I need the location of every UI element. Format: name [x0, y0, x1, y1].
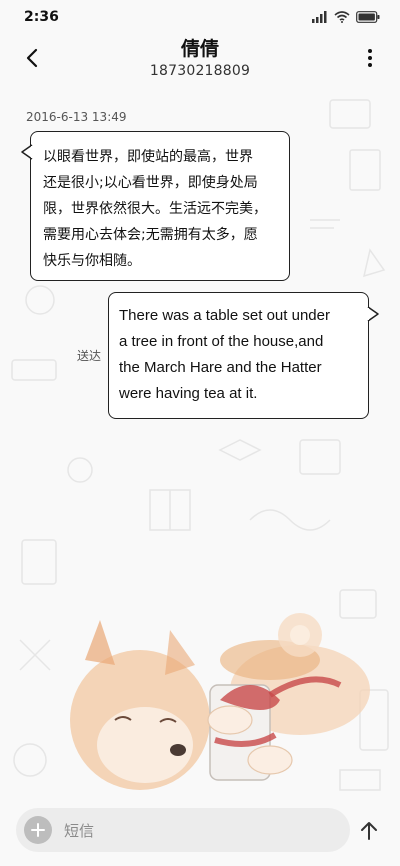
plus-icon	[31, 823, 45, 837]
input-placeholder: 短信	[64, 821, 95, 840]
incoming-message-line: 需要用心去体会;无需拥有太多，愿	[43, 227, 258, 243]
signal-icon	[312, 11, 327, 23]
outgoing-message-bubble[interactable]: There was a table set out under a tree i…	[108, 292, 369, 419]
status-time: 2:36	[24, 9, 59, 25]
send-button[interactable]	[356, 818, 382, 844]
outgoing-message-line: There was a table set out under	[119, 307, 330, 324]
back-button[interactable]	[18, 44, 46, 72]
conversation-header: 倩倩 18730218809	[0, 34, 400, 86]
message-composer: 短信	[0, 800, 400, 866]
wifi-icon	[334, 11, 350, 23]
contact-number: 18730218809	[149, 63, 251, 79]
contact-info[interactable]: 倩倩 18730218809	[100, 36, 300, 80]
outgoing-message-line: a tree in front of the house,and	[119, 333, 324, 350]
message-timestamp: 2016-6-13 13:49	[26, 110, 127, 124]
delivery-status: 送达	[77, 349, 102, 363]
battery-icon	[356, 11, 380, 23]
add-attachment-button[interactable]	[24, 816, 52, 844]
incoming-message-line: 还是很小;以心看世界，即使身处局	[43, 175, 258, 191]
more-vertical-icon	[368, 49, 372, 67]
chevron-left-icon	[26, 48, 38, 68]
message-input[interactable]: 短信	[16, 808, 350, 852]
contact-name: 倩倩	[180, 38, 219, 60]
incoming-bubble-tail	[21, 144, 33, 160]
outgoing-bubble-tail	[367, 306, 379, 322]
incoming-message-bubble[interactable]: 以眼看世界，即使站的最高，世界 还是很小;以心看世界，即使身处局 限，世界依然很…	[30, 131, 290, 281]
outgoing-message-line: were having tea at it.	[119, 385, 258, 402]
more-options-button[interactable]	[358, 44, 382, 72]
arrow-up-icon	[361, 822, 377, 840]
incoming-message-line: 以眼看世界，即使站的最高，世界	[43, 149, 253, 165]
outgoing-message-line: the March Hare and the Hatter	[119, 359, 322, 376]
status-bar: 2:36	[0, 0, 400, 34]
shiba-dog-illustration	[70, 613, 370, 790]
incoming-message-line: 限，世界依然很大。生活远不完美，	[43, 201, 267, 217]
status-icons	[312, 11, 380, 23]
incoming-message-line: 快乐与你相随。	[43, 253, 141, 269]
